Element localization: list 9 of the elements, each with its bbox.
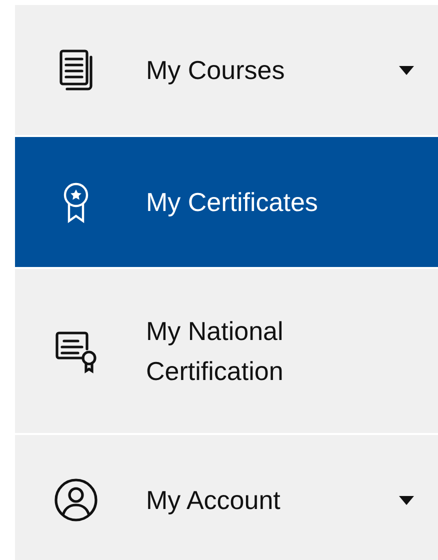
menu-label: My Account (146, 484, 280, 517)
menu-item[interactable]: My Courses (15, 5, 438, 137)
menu-label: My National Certification (146, 315, 284, 388)
menu-label: My Courses (146, 54, 285, 87)
menu-item[interactable]: My National Certification (15, 269, 438, 435)
user-circle-icon (53, 477, 99, 523)
menu-item[interactable]: My Certificates (15, 137, 438, 269)
menu-label: My Certificates (146, 186, 318, 219)
menu-item[interactable]: My Account (15, 435, 438, 560)
